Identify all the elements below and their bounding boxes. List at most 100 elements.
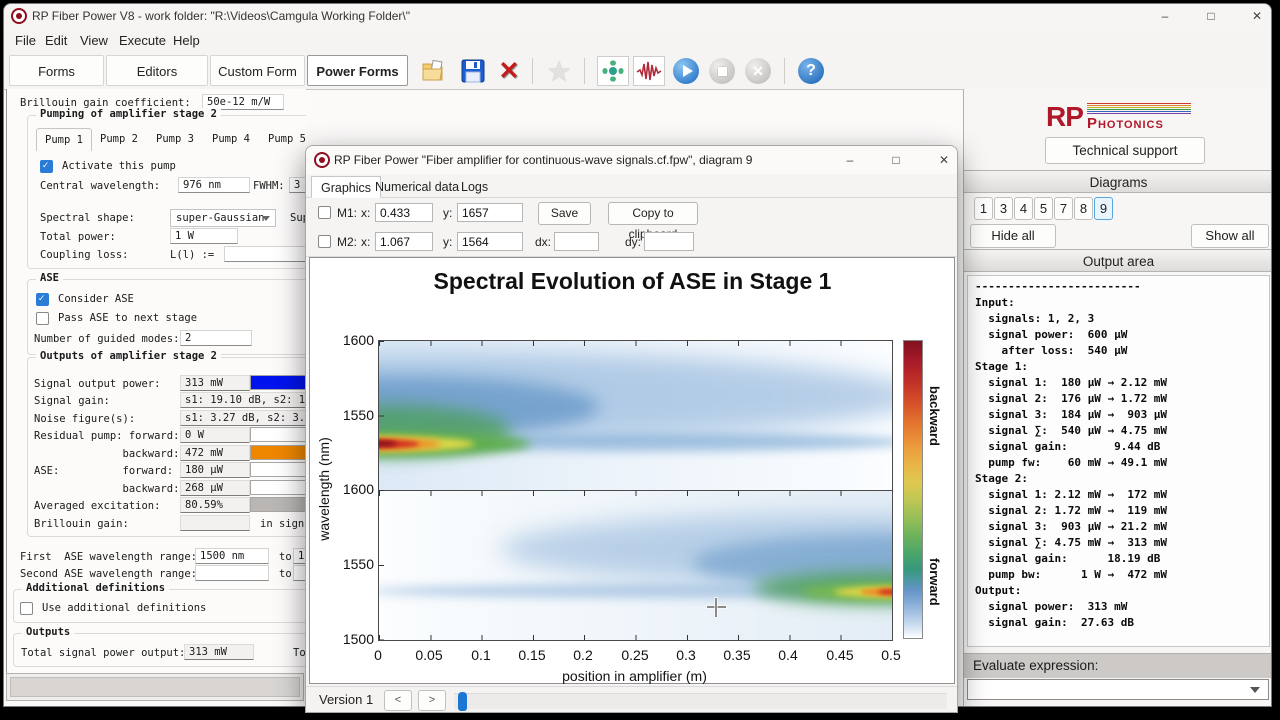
editors-button[interactable]: Editors xyxy=(106,55,208,86)
consider-ase-checkbox[interactable] xyxy=(36,293,49,306)
menu-edit[interactable]: Edit xyxy=(42,32,70,50)
pulse-trace-icon[interactable] xyxy=(633,56,665,86)
run-icon[interactable] xyxy=(670,56,702,86)
diagram-button-1[interactable]: 1 xyxy=(974,197,993,220)
menu-execute[interactable]: Execute xyxy=(116,32,169,50)
dy-input[interactable] xyxy=(644,232,694,251)
power-forms-button[interactable]: Power Forms xyxy=(307,55,408,86)
technical-support-button[interactable]: Technical support xyxy=(1045,137,1205,164)
diagram-button-5[interactable]: 5 xyxy=(1034,197,1053,220)
fwhm-label: FWHM: xyxy=(253,179,285,194)
slider-thumb[interactable] xyxy=(458,692,467,711)
pass-ase-checkbox[interactable] xyxy=(36,312,49,325)
app-icon xyxy=(314,152,330,168)
dx-label: dx: xyxy=(535,233,551,251)
menu-view[interactable]: View xyxy=(77,32,111,50)
show-all-button[interactable]: Show all xyxy=(1191,224,1269,248)
m2-y-input[interactable] xyxy=(457,232,523,251)
heatmap-plot[interactable] xyxy=(378,340,893,641)
dx-input[interactable] xyxy=(554,232,599,251)
menu-help[interactable]: Help xyxy=(170,32,203,50)
first-ase-from-input[interactable]: 1500 nm xyxy=(195,548,269,564)
maximize-icon[interactable]: □ xyxy=(878,147,914,173)
evaluate-expression-combobox[interactable] xyxy=(967,679,1269,700)
to-label: to xyxy=(279,567,292,582)
forward-ase-panel xyxy=(379,491,892,640)
tab-pump-5[interactable]: Pump 5 xyxy=(260,128,306,150)
custom-form-button[interactable]: Custom Form xyxy=(210,55,305,86)
tab-pump-1[interactable]: Pump 1 xyxy=(36,128,92,151)
m2-x-input[interactable] xyxy=(375,232,433,251)
diagram-button-3[interactable]: 3 xyxy=(994,197,1013,220)
row-label: backward: xyxy=(34,447,179,462)
m1-checkbox[interactable] xyxy=(318,206,331,219)
menu-file[interactable]: File xyxy=(12,32,39,50)
additional-definitions-title: Additional definitions xyxy=(22,582,169,594)
open-file-icon[interactable] xyxy=(418,56,450,86)
total-power-input[interactable]: 1 W xyxy=(170,228,238,244)
central-wavelength-input[interactable]: 976 nm xyxy=(178,177,250,193)
dialog-title: RP Fiber Power "Fiber amplifier for cont… xyxy=(334,153,752,167)
hide-all-button[interactable]: Hide all xyxy=(970,224,1056,248)
spectral-shape-select[interactable]: super-Gaussian xyxy=(170,209,276,227)
close-icon[interactable]: ✕ xyxy=(1236,4,1272,29)
toolbar-separator xyxy=(784,58,785,84)
diagram-button-9[interactable]: 9 xyxy=(1094,197,1113,220)
tab-pump-2[interactable]: Pump 2 xyxy=(92,128,146,150)
diagram-button-8[interactable]: 8 xyxy=(1074,197,1093,220)
central-wavelength-label: Central wavelength: xyxy=(40,179,160,194)
tab-pump-3[interactable]: Pump 3 xyxy=(148,128,202,150)
m1-y-input[interactable] xyxy=(457,203,523,222)
output-area[interactable]: ------------------------- Input: signals… xyxy=(967,275,1270,647)
y-tick-label: 1600 xyxy=(330,481,374,497)
row-label: backward: xyxy=(34,482,179,497)
ase-bw-value: 268 µW xyxy=(180,480,250,496)
logo-rp-text: RP xyxy=(1046,101,1083,132)
additional-definitions-group: Additional definitions Use additional de… xyxy=(13,589,306,623)
pumping-group-title: Pumping of amplifier stage 2 xyxy=(36,108,221,120)
ase-fw-bar xyxy=(250,462,306,477)
crosshair-cursor-icon xyxy=(715,598,717,617)
help-icon[interactable]: ? xyxy=(795,56,827,86)
save-icon[interactable] xyxy=(457,56,489,86)
outputs-stage2-title: Outputs of amplifier stage 2 xyxy=(36,350,221,362)
first-ase-range-label: First ASE wavelength range: xyxy=(20,550,197,565)
row-label: Signal gain: xyxy=(34,394,110,409)
activate-pump-checkbox[interactable] xyxy=(40,160,53,173)
fwhm-input[interactable]: 3 nm xyxy=(289,177,306,193)
app-icon xyxy=(11,8,27,24)
previous-version-button[interactable]: < xyxy=(384,690,412,711)
tab-pump-4[interactable]: Pump 4 xyxy=(204,128,258,150)
window-title: RP Fiber Power V8 - work folder: "R:\Vid… xyxy=(32,9,410,23)
save-button[interactable]: Save xyxy=(538,202,591,225)
beam-profile-icon[interactable] xyxy=(597,56,629,86)
chart-region: Spectral Evolution of ASE in Stage 1 wav… xyxy=(309,257,955,684)
row-label: Brillouin gain: xyxy=(34,517,129,532)
next-version-button[interactable]: > xyxy=(418,690,446,711)
version-slider[interactable] xyxy=(454,693,947,709)
copy-to-clipboard-button[interactable]: Copy to clipboard xyxy=(608,202,698,225)
total-power-label: Total power: xyxy=(40,230,116,245)
title-bar: RP Fiber Power V8 - work folder: "R:\Vid… xyxy=(4,4,1271,29)
second-ase-from-input[interactable] xyxy=(195,565,269,581)
diagram-button-4[interactable]: 4 xyxy=(1014,197,1033,220)
ase-group-title: ASE xyxy=(36,272,63,284)
forms-button[interactable]: Forms xyxy=(9,55,104,86)
coupling-loss-input[interactable] xyxy=(224,246,306,262)
diagram-button-7[interactable]: 7 xyxy=(1054,197,1073,220)
m1-x-input[interactable] xyxy=(375,203,433,222)
maximize-icon[interactable]: □ xyxy=(1190,4,1232,29)
chevron-down-icon xyxy=(1250,687,1260,693)
close-icon[interactable]: ✕ xyxy=(926,147,958,173)
guided-modes-input[interactable]: 2 xyxy=(180,330,252,346)
residual-pump-fw-bar xyxy=(250,427,306,442)
diagram-window: RP Fiber Power "Fiber amplifier for cont… xyxy=(305,145,958,713)
m1-label: M1: xyxy=(337,204,357,222)
signal-output-power-value: 313 mW xyxy=(180,375,250,391)
minimize-icon[interactable]: – xyxy=(832,147,868,173)
use-additional-checkbox[interactable] xyxy=(20,602,33,615)
tab-logs[interactable]: Logs xyxy=(452,176,497,198)
close-file-icon[interactable]: ✕ xyxy=(493,56,525,86)
minimize-icon[interactable]: – xyxy=(1144,4,1186,29)
m2-checkbox[interactable] xyxy=(318,235,331,248)
